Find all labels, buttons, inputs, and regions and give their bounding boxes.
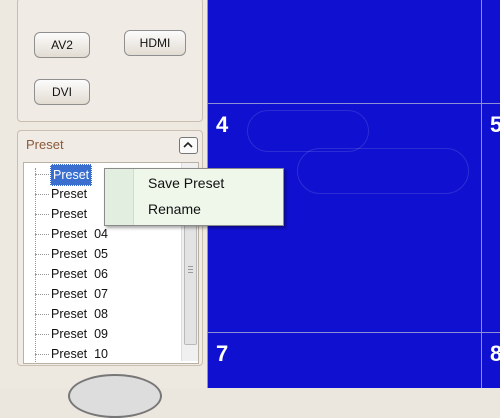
collapse-button[interactable] — [179, 137, 198, 154]
grid-line — [207, 332, 500, 333]
preset-group: Preset Preset Preset Preset Preset 04 Pr… — [17, 130, 203, 366]
preset-item-5[interactable]: Preset 05 — [35, 244, 185, 264]
grid-line — [481, 0, 482, 388]
ghost-shape — [247, 110, 369, 152]
chevron-up-icon — [183, 141, 193, 148]
rename-menu-item[interactable]: Rename — [148, 201, 201, 217]
grip-icon — [188, 266, 193, 275]
preset-item-6[interactable]: Preset 06 — [35, 264, 185, 284]
preset-item-9[interactable]: Preset 09 — [35, 324, 185, 344]
hdmi-button[interactable]: HDMI — [124, 30, 186, 56]
preset-item-7[interactable]: Preset 07 — [35, 284, 185, 304]
preset-group-title: Preset — [26, 137, 64, 152]
ghost-shape — [297, 148, 469, 194]
preset-item-10[interactable]: Preset 10 — [35, 344, 185, 363]
cell-number-4: 4 — [216, 112, 229, 137]
preset-item-4[interactable]: Preset 04 — [35, 224, 185, 244]
bottom-knob[interactable] — [68, 374, 162, 418]
cell-number-5: 5 — [490, 112, 500, 137]
av2-button[interactable]: AV2 — [34, 32, 90, 58]
grid-line — [207, 103, 500, 104]
dvi-button[interactable]: DVI — [34, 79, 90, 105]
cell-number-7: 7 — [216, 341, 229, 366]
save-preset-menu-item[interactable]: Save Preset — [148, 175, 224, 191]
preset-item-8[interactable]: Preset 08 — [35, 304, 185, 324]
source-group: AV2 HDMI DVI — [17, 0, 203, 122]
context-menu: Save Preset Rename — [104, 168, 284, 226]
cell-number-8: 8 — [490, 341, 500, 366]
menu-gutter — [105, 169, 134, 225]
